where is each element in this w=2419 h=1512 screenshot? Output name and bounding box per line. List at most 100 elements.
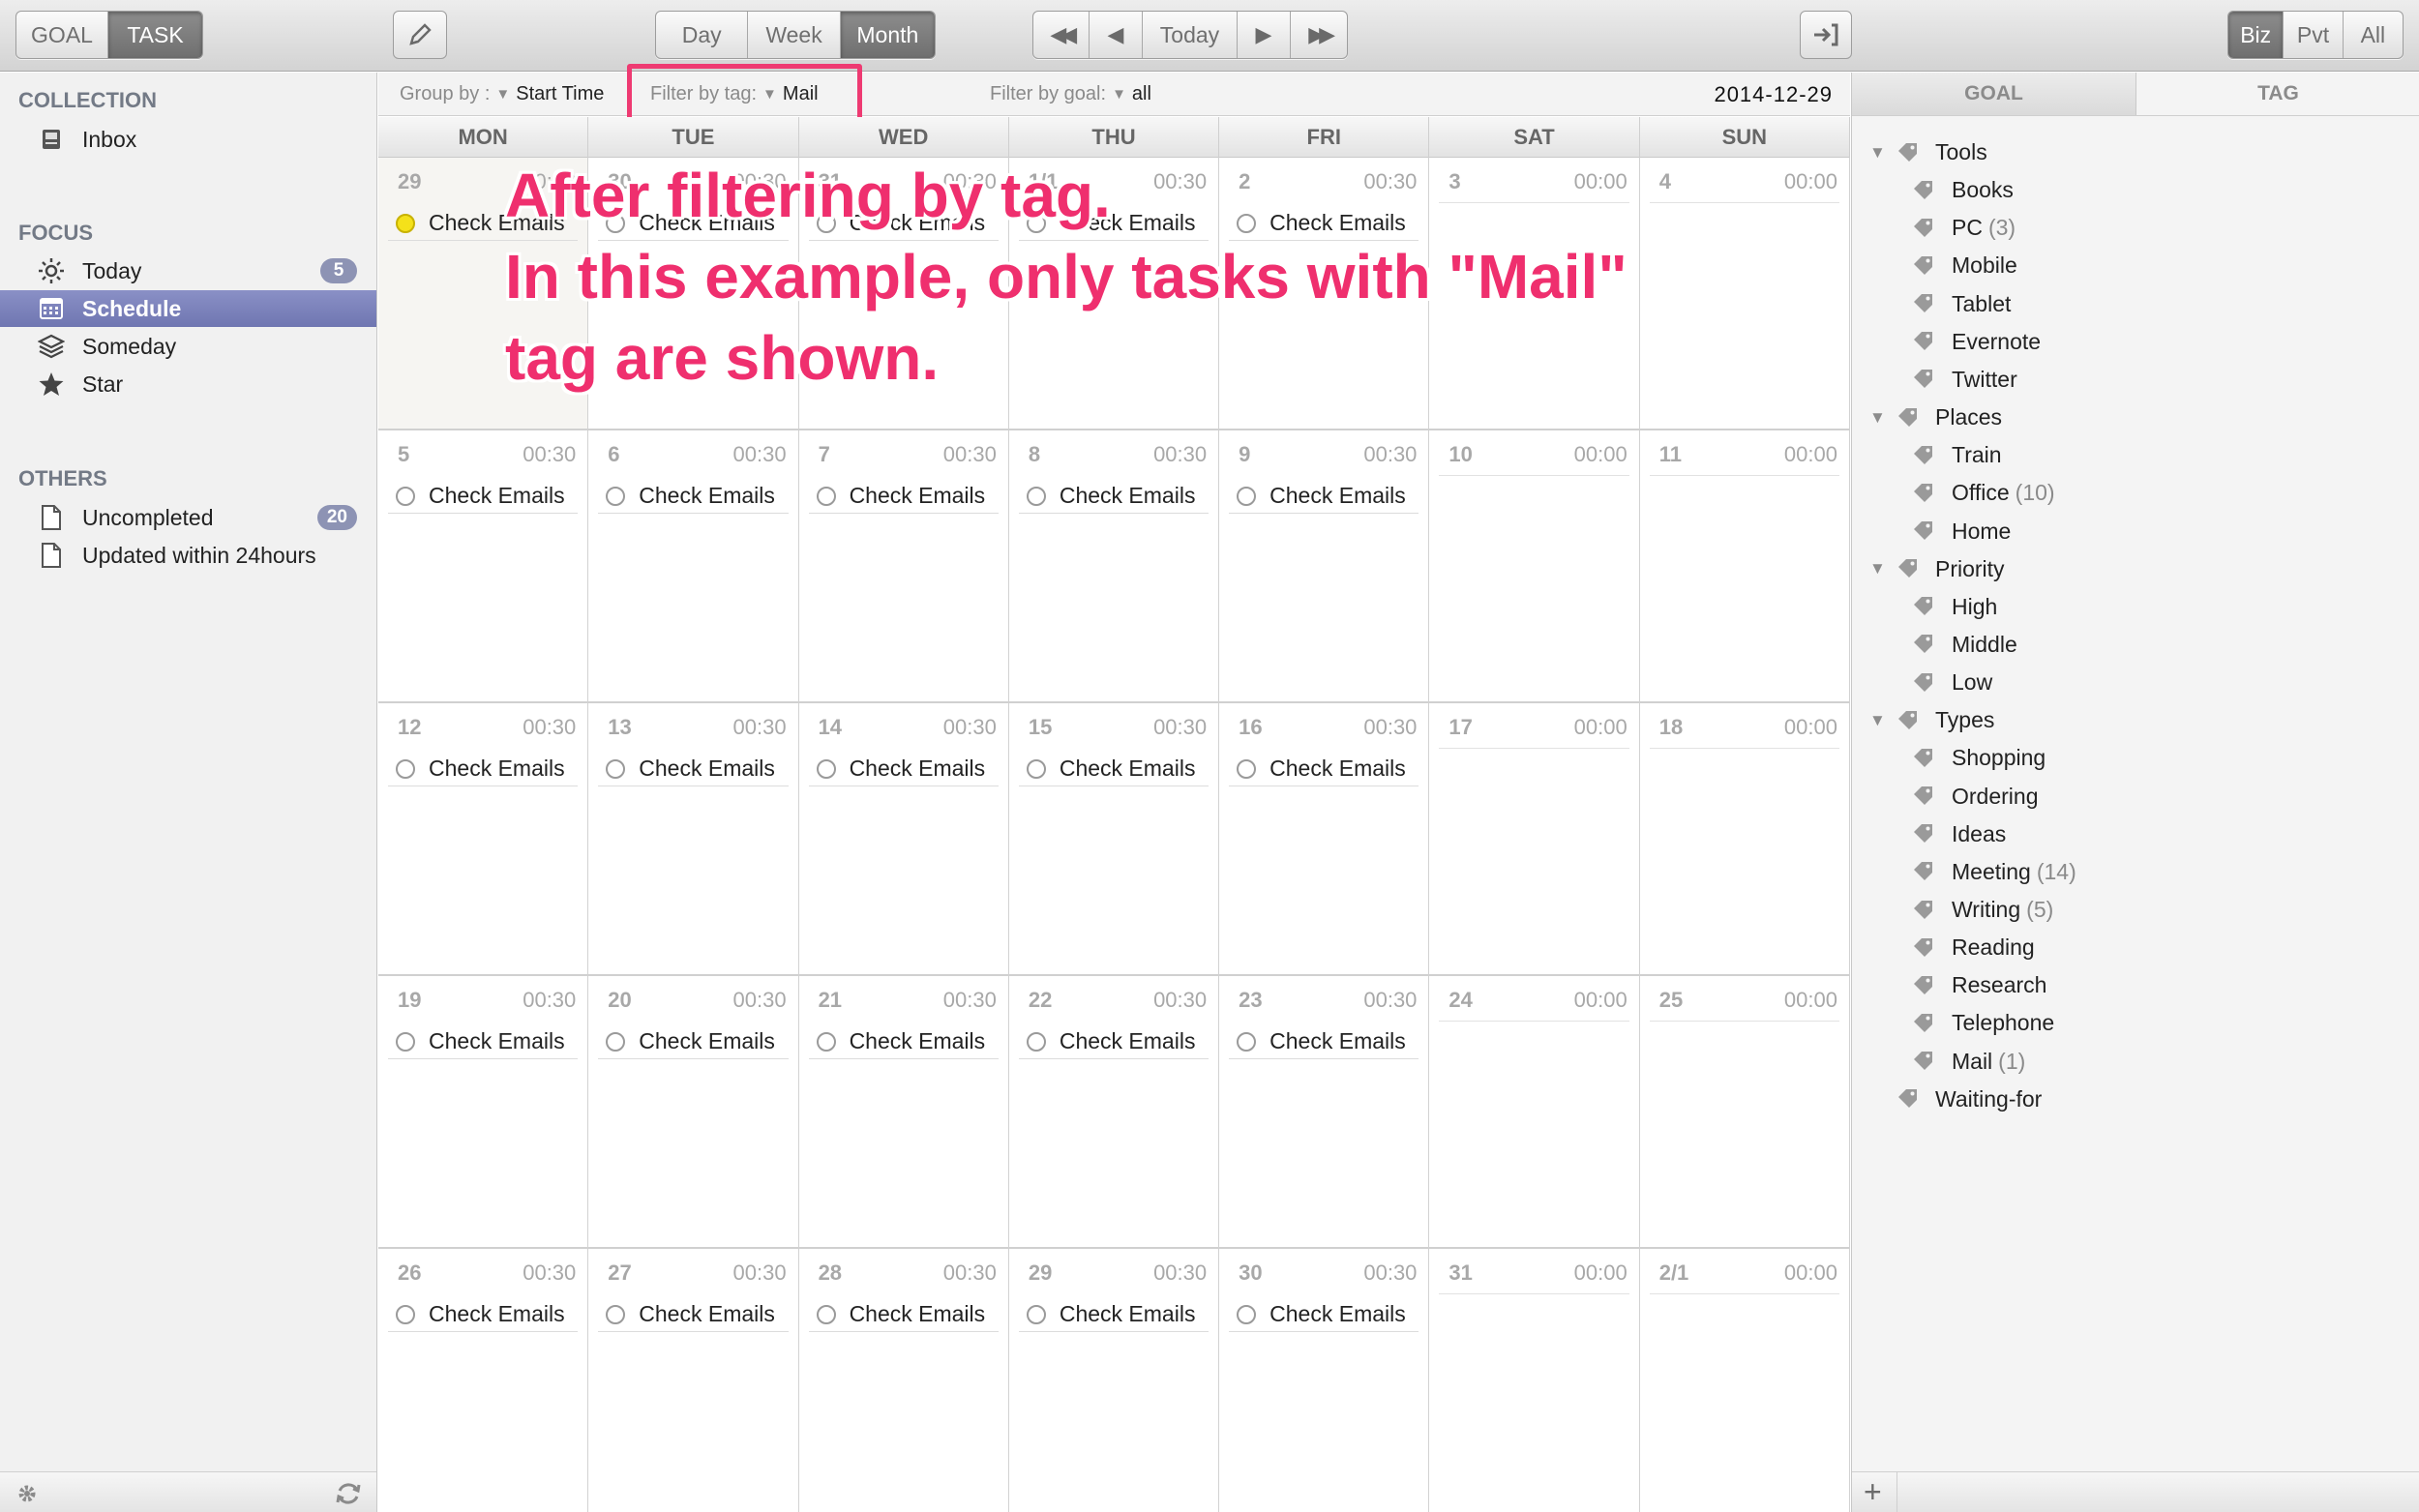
task-checkbox[interactable]: [816, 486, 836, 506]
calendar-day-cell[interactable]: 30 00:30 Check Emails: [1219, 1249, 1430, 1512]
disclosure-triangle-icon[interactable]: ▼: [1869, 559, 1886, 578]
task-checkbox[interactable]: [396, 486, 415, 506]
task-item[interactable]: Check Emails: [598, 1297, 789, 1332]
goal-mode-tab[interactable]: GOAL: [16, 12, 109, 58]
task-checkbox[interactable]: [606, 758, 626, 779]
task-checkbox[interactable]: [606, 1031, 626, 1052]
tag-item-reading[interactable]: Reading: [1852, 929, 2419, 966]
tag-item-ordering[interactable]: Ordering: [1852, 778, 2419, 815]
task-checkbox[interactable]: [606, 486, 626, 506]
task-checkbox[interactable]: [396, 213, 415, 233]
calendar-day-cell[interactable]: 10 00:00: [1429, 430, 1640, 703]
calendar-day-cell[interactable]: 28 00:30 Check Emails: [798, 1249, 1009, 1512]
tag-item-tools[interactable]: ▼ Tools: [1852, 133, 2419, 171]
sidebar-item-uncompleted[interactable]: Uncompleted 20: [0, 499, 376, 536]
calendar-day-cell[interactable]: 12 00:30 Check Emails: [378, 703, 589, 976]
goal-filter-control[interactable]: Filter by goal: ▼ all: [990, 73, 1151, 116]
task-checkbox[interactable]: [816, 1304, 836, 1324]
tag-item-places[interactable]: ▼ Places: [1852, 399, 2419, 436]
sidebar-item-updated-24h[interactable]: Updated within 24hours: [0, 537, 376, 574]
calendar-day-cell[interactable]: 27 00:30 Check Emails: [588, 1249, 799, 1512]
pvt-scope-tab[interactable]: Pvt: [2284, 12, 2344, 58]
calendar-day-cell[interactable]: 8 00:30 Check Emails: [1008, 430, 1220, 703]
task-checkbox[interactable]: [1237, 1304, 1257, 1324]
tag-item-telephone[interactable]: Telephone: [1852, 1004, 2419, 1042]
sidebar-item-today[interactable]: Today 5: [0, 252, 376, 289]
tag-item-tablet[interactable]: Tablet: [1852, 285, 2419, 323]
task-item[interactable]: Check Emails: [1018, 1297, 1210, 1332]
task-checkbox[interactable]: [396, 758, 415, 779]
calendar-day-cell[interactable]: 23 00:30 Check Emails: [1219, 976, 1430, 1249]
calendar-day-cell[interactable]: 29 00:30 Check Emails: [1008, 1249, 1220, 1512]
sidebar-item-inbox[interactable]: Inbox: [0, 121, 376, 158]
month-view-tab[interactable]: Month: [840, 12, 935, 58]
tag-item-waiting-for[interactable]: Waiting-for: [1852, 1081, 2419, 1118]
task-checkbox[interactable]: [606, 1304, 626, 1324]
calendar-day-cell[interactable]: 7 00:30 Check Emails: [798, 430, 1009, 703]
task-item[interactable]: Check Emails: [388, 752, 579, 786]
group-by-control[interactable]: Group by : ▼ Start Time: [400, 73, 604, 116]
tag-item-mobile[interactable]: Mobile: [1852, 247, 2419, 284]
task-item[interactable]: Check Emails: [1018, 1024, 1210, 1059]
calendar-day-cell[interactable]: 6 00:30 Check Emails: [588, 430, 799, 703]
calendar-day-cell[interactable]: 2/1 00:00: [1639, 1249, 1850, 1512]
task-checkbox[interactable]: [1237, 758, 1257, 779]
task-item[interactable]: Check Emails: [388, 1024, 579, 1059]
task-checkbox[interactable]: [1026, 758, 1046, 779]
day-view-tab[interactable]: Day: [656, 12, 749, 58]
tag-item-meeting[interactable]: Meeting (14): [1852, 853, 2419, 891]
calendar-day-cell[interactable]: 17 00:00: [1429, 703, 1640, 976]
tag-item-writing[interactable]: Writing (5): [1852, 891, 2419, 929]
disclosure-triangle-icon[interactable]: ▼: [1869, 711, 1886, 730]
task-mode-tab[interactable]: TASK: [108, 12, 202, 58]
calendar-day-cell[interactable]: 5 00:30 Check Emails: [378, 430, 589, 703]
tag-item-research[interactable]: Research: [1852, 966, 2419, 1004]
biz-scope-tab[interactable]: Biz: [2228, 12, 2285, 58]
tag-item-train[interactable]: Train: [1852, 436, 2419, 474]
task-item[interactable]: Check Emails: [1018, 752, 1210, 786]
task-item[interactable]: Check Emails: [1229, 479, 1419, 514]
tag-item-priority[interactable]: ▼ Priority: [1852, 550, 2419, 588]
compose-button[interactable]: [393, 11, 447, 59]
previous-far-button[interactable]: ◀◀: [1033, 12, 1090, 58]
tag-item-home[interactable]: Home: [1852, 513, 2419, 550]
next-button[interactable]: ▶: [1238, 12, 1292, 58]
calendar-day-cell[interactable]: 24 00:00: [1429, 976, 1640, 1249]
calendar-day-cell[interactable]: 4 00:00: [1639, 158, 1850, 430]
gear-icon[interactable]: [14, 1480, 41, 1512]
sidebar-item-someday[interactable]: Someday: [0, 328, 376, 365]
calendar-day-cell[interactable]: 21 00:30 Check Emails: [798, 976, 1009, 1249]
tag-item-high[interactable]: High: [1852, 588, 2419, 626]
tag-item-twitter[interactable]: Twitter: [1852, 361, 2419, 399]
calendar-day-cell[interactable]: 13 00:30 Check Emails: [588, 703, 799, 976]
task-item[interactable]: Check Emails: [598, 1024, 789, 1059]
tab-goal[interactable]: GOAL: [1852, 73, 2136, 115]
calendar-day-cell[interactable]: 18 00:00: [1639, 703, 1850, 976]
tag-item-books[interactable]: Books: [1852, 171, 2419, 209]
tag-item-evernote[interactable]: Evernote: [1852, 323, 2419, 361]
tag-item-office[interactable]: Office (10): [1852, 474, 2419, 512]
tag-item-low[interactable]: Low: [1852, 664, 2419, 701]
tag-item-shopping[interactable]: Shopping: [1852, 739, 2419, 777]
tag-item-mail[interactable]: Mail (1): [1852, 1043, 2419, 1081]
next-far-button[interactable]: ▶▶: [1291, 12, 1347, 58]
calendar-day-cell[interactable]: 9 00:30 Check Emails: [1219, 430, 1430, 703]
task-checkbox[interactable]: [816, 1031, 836, 1052]
task-item[interactable]: Check Emails: [808, 752, 999, 786]
task-checkbox[interactable]: [1026, 1031, 1046, 1052]
tag-item-middle[interactable]: Middle: [1852, 626, 2419, 664]
add-tag-button[interactable]: +: [1864, 1474, 1882, 1510]
task-checkbox[interactable]: [816, 758, 836, 779]
calendar-day-cell[interactable]: 11 00:00: [1639, 430, 1850, 703]
task-checkbox[interactable]: [1237, 486, 1257, 506]
task-item[interactable]: Check Emails: [808, 479, 999, 514]
export-button[interactable]: [1800, 11, 1852, 59]
all-scope-tab[interactable]: All: [2344, 12, 2403, 58]
calendar-day-cell[interactable]: 15 00:30 Check Emails: [1008, 703, 1220, 976]
task-item[interactable]: Check Emails: [598, 479, 789, 514]
calendar-day-cell[interactable]: 16 00:30 Check Emails: [1219, 703, 1430, 976]
task-checkbox[interactable]: [396, 1304, 415, 1324]
tag-item-types[interactable]: ▼ Types: [1852, 701, 2419, 739]
calendar-day-cell[interactable]: 19 00:30 Check Emails: [378, 976, 589, 1249]
task-item[interactable]: Check Emails: [388, 479, 579, 514]
